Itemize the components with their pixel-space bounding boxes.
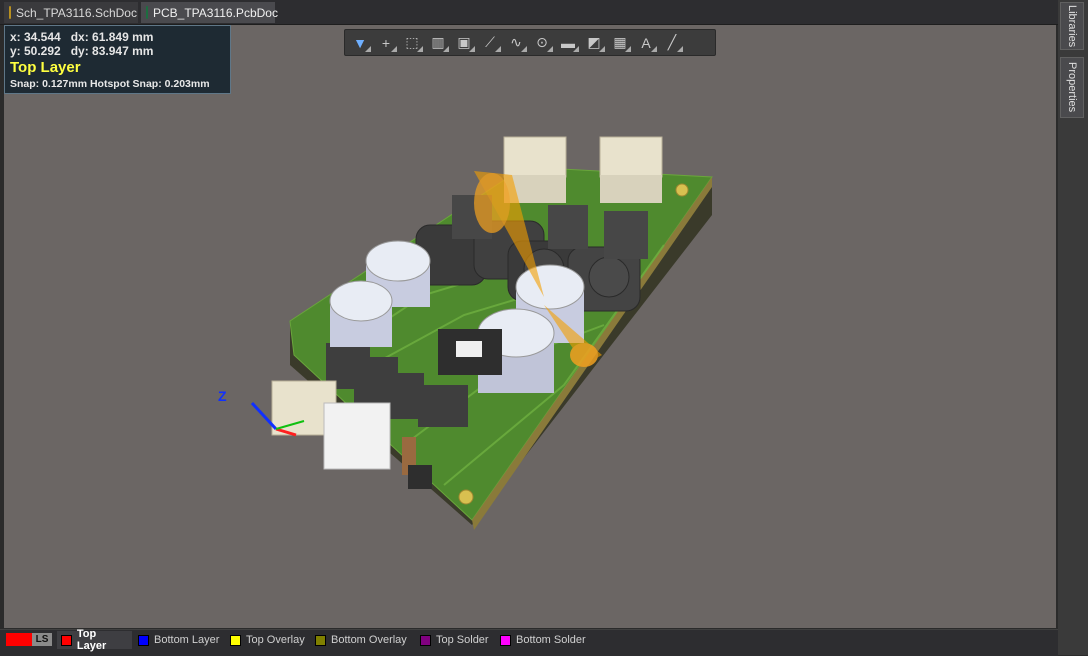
layer-tab-top-solder[interactable]: Top Solder [416, 631, 496, 649]
mosfet-bottom-4 [418, 385, 468, 427]
mount-hole-1 [675, 183, 689, 197]
tab-schematic[interactable]: Sch_TPA3116.SchDoc [4, 2, 138, 23]
layer-swatch [420, 634, 431, 646]
terminal-block-2 [599, 136, 663, 178]
cone-2-bulb [570, 343, 598, 367]
cap-2-top [329, 280, 393, 322]
snap-info: Snap: 0.127mm Hotspot Snap: 0.203mm [10, 78, 210, 90]
current-layer-swatch [6, 633, 32, 646]
small-ic [408, 465, 432, 489]
layer-tab-label: Top Solder [436, 634, 489, 646]
coord-y-line: y: 50.292 dy: 83.947 mm [10, 44, 154, 58]
ic-pad [456, 341, 482, 357]
align-icon[interactable]: ▥ [427, 33, 449, 53]
diff-pair-icon[interactable]: ∿ [505, 33, 527, 53]
axis-z-label: Z [218, 388, 227, 404]
component-icon[interactable]: ▣ [453, 33, 475, 53]
text-icon[interactable]: A [635, 33, 657, 53]
mount-hole-2 [458, 489, 474, 505]
layer-tab-top-overlay[interactable]: Top Overlay [226, 631, 312, 649]
libraries-tab[interactable]: Libraries [1060, 2, 1084, 50]
layer-tab-bottom-solder[interactable]: Bottom Solder [496, 631, 592, 649]
mosfet-top-2 [548, 205, 588, 249]
dimension-icon[interactable]: ▦ [609, 33, 631, 53]
layer-set-selector[interactable]: LS [6, 632, 52, 647]
route-icon[interactable]: ⟋ [479, 33, 501, 53]
layer-swatch [138, 634, 149, 646]
cap-3-top [515, 264, 585, 310]
layer-tab-label: Top Layer [76, 628, 107, 652]
layer-swatch [500, 634, 511, 646]
layer-swatch [315, 634, 326, 646]
coord-x-line: x: 34.544 dx: 61.849 mm [10, 30, 154, 44]
layer-tab-label: Bottom Layer [154, 634, 220, 646]
tab-pcb-label: PCB_TPA3116.PcbDoc [153, 5, 278, 20]
add-icon[interactable]: + [375, 33, 397, 53]
pcb-doc-icon [146, 6, 148, 19]
pcb-3d-viewport[interactable]: Z [4, 25, 1056, 628]
inductor-4-core [588, 256, 630, 298]
schematic-doc-icon [9, 6, 11, 19]
polygon-icon[interactable]: ◩ [583, 33, 605, 53]
terminal-block-1 [503, 136, 567, 178]
tab-pcb[interactable]: PCB_TPA3116.PcbDoc [141, 2, 278, 23]
properties-tab[interactable]: Properties [1060, 57, 1084, 118]
active-bar: ▼ + ⬚ ▥ ▣ ⟋ ∿ ⊙ ▬ ◩ ▦ A ╱ [344, 29, 716, 56]
terminal-block-2-base [600, 175, 662, 203]
layer-tab-bottom-layer[interactable]: Bottom Layer [134, 631, 224, 649]
cone-1-bulb [474, 173, 510, 233]
properties-tab-label: Properties [1066, 62, 1078, 113]
tpa3116-ic [438, 329, 502, 375]
layer-tab-label: Bottom Overlay [331, 634, 407, 646]
via-pin-icon[interactable]: ⊙ [531, 33, 553, 53]
layer-swatch [61, 634, 72, 646]
document-tab-bar: Sch_TPA3116.SchDoc PCB_TPA3116.PcbDoc [0, 0, 1058, 25]
current-layer: Top Layer [10, 59, 81, 76]
layer-tab-bar: LS Top Layer Bottom Layer Top Overlay Bo… [0, 628, 1058, 656]
pcb-3d-render: Z [218, 136, 713, 530]
libraries-tab-label: Libraries [1066, 4, 1078, 48]
layer-tab-label: Bottom Solder [516, 634, 586, 646]
layer-swatch [230, 634, 241, 646]
mosfet-top-3 [604, 211, 648, 259]
layer-tab-top-layer[interactable]: Top Layer [57, 628, 132, 652]
cap-1-top [365, 240, 431, 282]
select-rect-icon[interactable]: ⬚ [401, 33, 423, 53]
line-icon[interactable]: ╱ [661, 33, 683, 53]
ls-button[interactable]: LS [32, 633, 52, 646]
right-panel-dock: Libraries Properties [1058, 0, 1088, 655]
filter-icon[interactable]: ▼ [349, 33, 371, 53]
coordinate-readout: x: 34.544 dx: 61.849 mm y: 50.292 dy: 83… [4, 25, 231, 94]
layer-tab-label: Top Overlay [246, 634, 305, 646]
tab-schematic-label: Sch_TPA3116.SchDoc [16, 5, 137, 20]
jst-connector [323, 402, 391, 470]
fill-icon[interactable]: ▬ [557, 33, 579, 53]
layer-tab-bottom-overlay[interactable]: Bottom Overlay [311, 631, 415, 649]
